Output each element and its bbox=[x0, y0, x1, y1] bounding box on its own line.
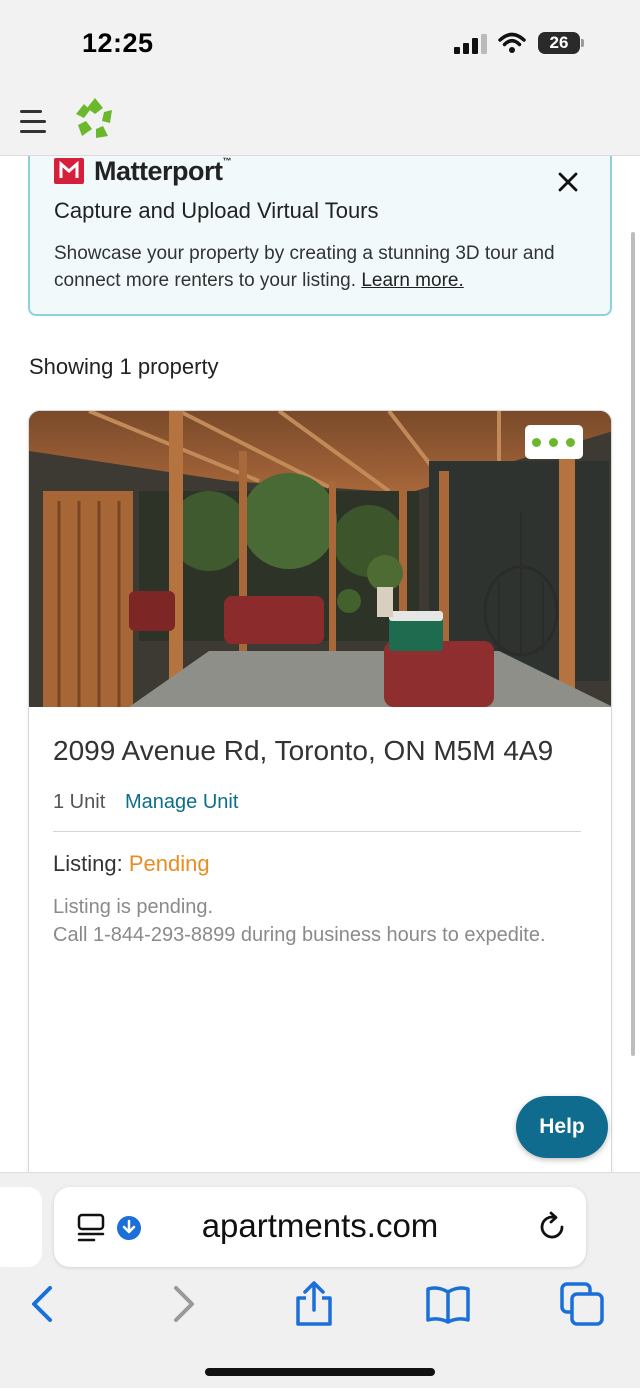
share-icon[interactable] bbox=[290, 1280, 338, 1328]
scrollbar[interactable] bbox=[631, 232, 635, 1056]
learn-more-link[interactable]: Learn more. bbox=[361, 270, 463, 291]
more-dots-icon bbox=[532, 438, 541, 447]
help-button[interactable]: Help bbox=[516, 1096, 608, 1158]
address-bar[interactable]: apartments.com bbox=[54, 1187, 586, 1267]
pending-line-1: Listing is pending. bbox=[53, 896, 214, 918]
forward-icon[interactable] bbox=[158, 1280, 206, 1328]
hamburger-icon[interactable] bbox=[20, 106, 48, 138]
tabs-icon[interactable] bbox=[558, 1280, 606, 1328]
card-divider bbox=[53, 831, 581, 832]
listing-status-value: Pending bbox=[128, 851, 210, 876]
battery-level: 26 bbox=[549, 33, 569, 52]
property-address[interactable]: 2099 Avenue Rd, Toronto, ON M5M 4A9 bbox=[53, 735, 553, 767]
status-bar: 12:25 26 bbox=[0, 0, 640, 88]
property-card[interactable]: 2099 Avenue Rd, Toronto, ON M5M 4A9 1 Un… bbox=[28, 410, 612, 1172]
reload-icon[interactable] bbox=[536, 1211, 568, 1243]
bookmarks-icon[interactable] bbox=[424, 1280, 472, 1328]
previous-tab-preview[interactable] bbox=[0, 1187, 42, 1267]
pending-line-2: Call 1-844-293-8899 during business hour… bbox=[53, 924, 546, 946]
unit-count: 1 Unit bbox=[53, 791, 106, 813]
results-count: Showing 1 property bbox=[29, 354, 219, 379]
promo-body-text: Showcase your property by creating a stu… bbox=[54, 243, 555, 291]
main-content: Matterport™ Capture and Upload Virtual T… bbox=[0, 156, 640, 1172]
wifi-icon bbox=[498, 32, 526, 53]
listing-status: Listing: Pending bbox=[53, 851, 210, 877]
manage-unit-link[interactable]: Manage Unit bbox=[125, 791, 238, 814]
app-header bbox=[0, 88, 640, 156]
matterport-promo-banner: Matterport™ Capture and Upload Virtual T… bbox=[28, 156, 612, 316]
matterport-logo-icon bbox=[54, 158, 84, 184]
close-icon[interactable] bbox=[556, 170, 580, 194]
battery-icon: 26 bbox=[538, 32, 584, 54]
back-icon[interactable] bbox=[20, 1280, 68, 1328]
promo-body: Showcase your property by creating a stu… bbox=[54, 240, 594, 294]
home-indicator bbox=[205, 1368, 435, 1376]
recycle-logo-icon[interactable] bbox=[72, 96, 118, 142]
listing-label: Listing: bbox=[53, 851, 123, 876]
status-time: 12:25 bbox=[82, 28, 154, 58]
cellular-signal-icon bbox=[454, 34, 487, 54]
url-text: apartments.com bbox=[201, 1207, 439, 1244]
matterport-brand-text: Matterport™ bbox=[94, 156, 231, 186]
browser-address-area: apartments.com bbox=[0, 1172, 640, 1270]
more-options-button[interactable] bbox=[525, 425, 583, 459]
pending-message: Listing is pending. Call 1-844-293-8899 … bbox=[53, 893, 573, 949]
promo-title: Capture and Upload Virtual Tours bbox=[54, 198, 379, 223]
browser-toolbar bbox=[0, 1270, 640, 1388]
